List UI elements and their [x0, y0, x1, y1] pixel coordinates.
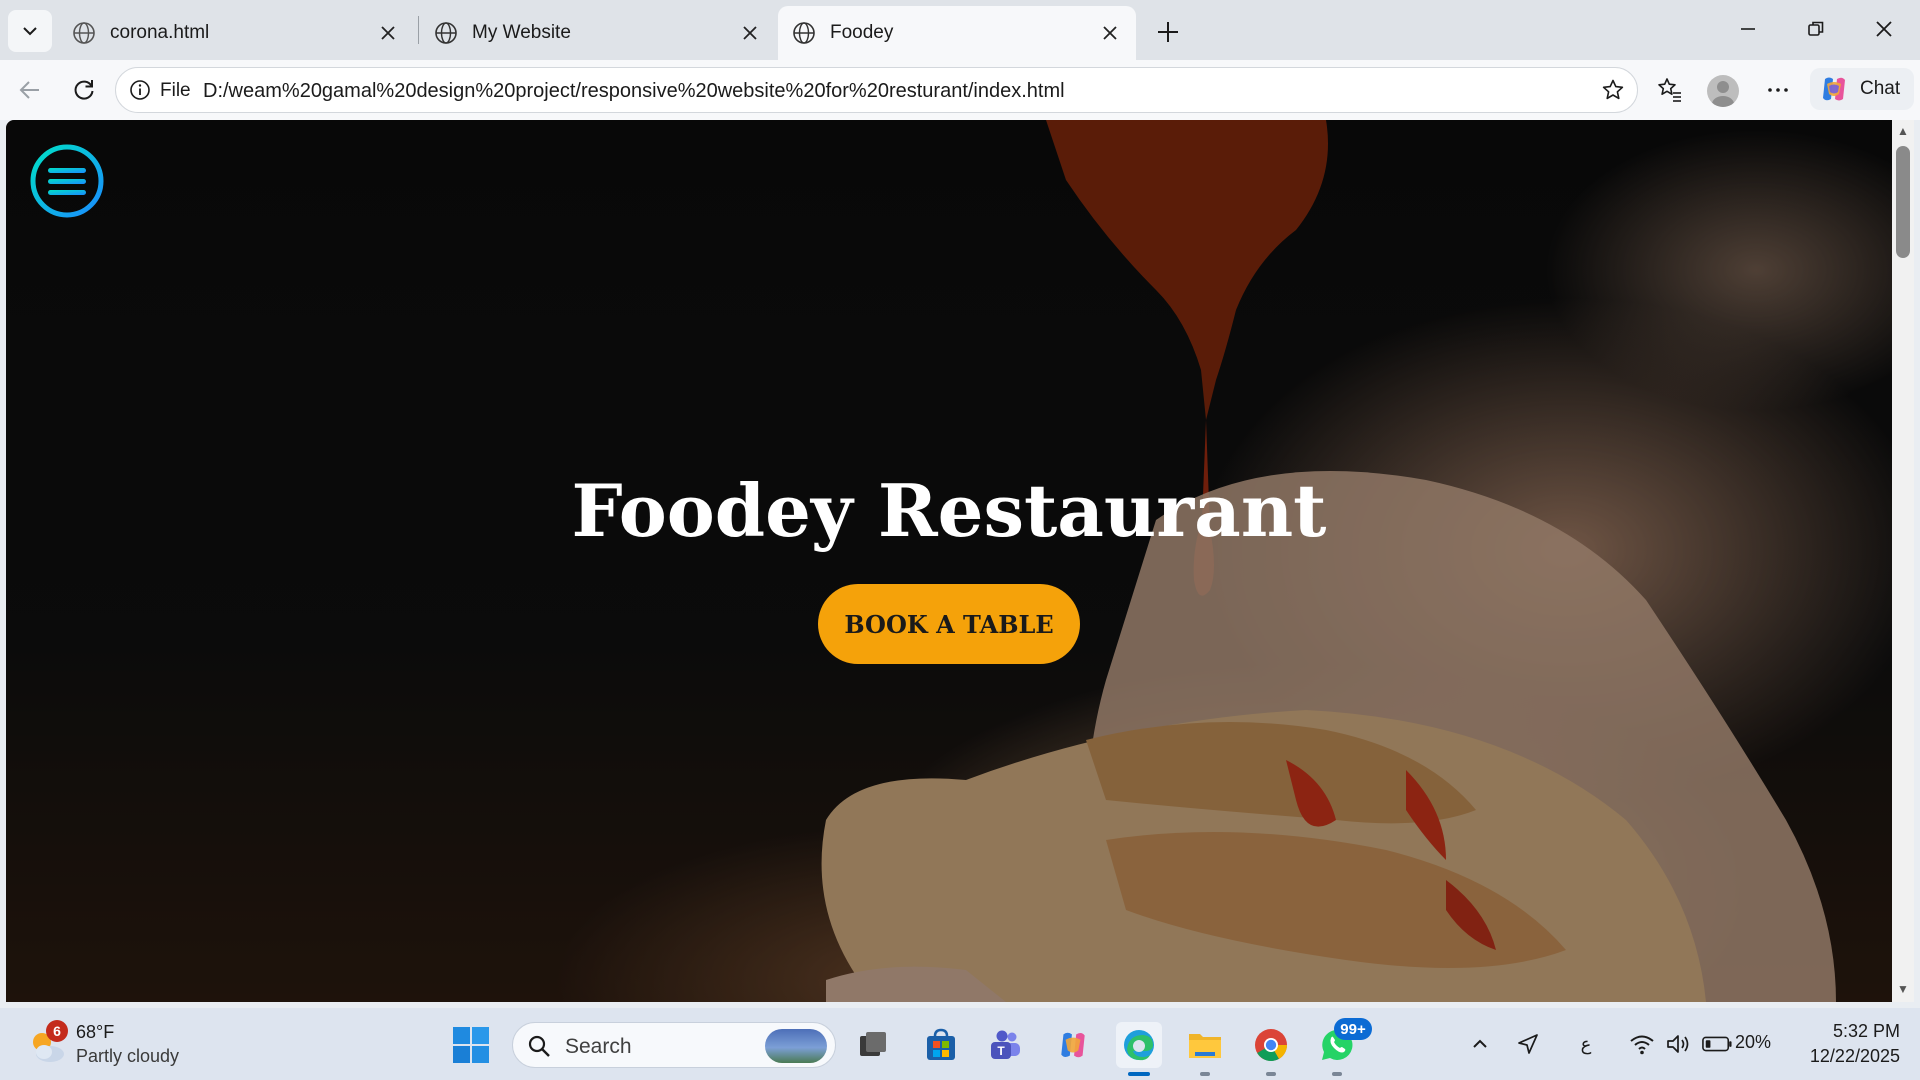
taskbar-app-edge[interactable] [1116, 1022, 1162, 1068]
chat-label: Chat [1860, 78, 1901, 99]
chrome-icon [1255, 1029, 1287, 1062]
search-icon [528, 1035, 550, 1057]
clock-widget[interactable]: 5:32 PM 12/22/2025 [1790, 1014, 1900, 1074]
tab-corona[interactable]: corona.html [58, 6, 414, 60]
chevron-down-icon [23, 27, 37, 36]
hero-background-image: Foodey Restaurant BOOK A TABLE [6, 120, 1892, 1002]
volume-icon[interactable] [1664, 1030, 1692, 1058]
windows-start-icon[interactable] [452, 1026, 490, 1064]
chevron-up-icon [1473, 1039, 1487, 1048]
close-tab-icon[interactable] [738, 21, 762, 45]
battery-percentage: 20% [1735, 1032, 1772, 1052]
hero-title: Foodey Restaurant [571, 468, 1327, 553]
browser-toolbar: File D:/weam%20gamal%20design%20project/… [0, 60, 1920, 120]
taskbar-search[interactable]: Search [512, 1022, 836, 1068]
user-icon [1712, 81, 1734, 107]
globe-icon [73, 22, 95, 44]
battery-icon[interactable] [1702, 1030, 1732, 1058]
taskbar-app-file-explorer[interactable] [1182, 1022, 1228, 1068]
back-button[interactable] [8, 68, 52, 112]
close-tab-icon[interactable] [1098, 21, 1122, 45]
whatsapp-open-indicator [1332, 1072, 1342, 1076]
search-placeholder: Search [565, 1035, 632, 1058]
clock-time: 5:32 PM [1832, 1021, 1900, 1041]
whatsapp-badge: 99+ [1334, 1018, 1372, 1040]
tab-title: corona.html [110, 22, 210, 43]
tab-foodey[interactable]: Foodey [778, 6, 1136, 60]
globe-icon [435, 22, 457, 44]
more-horizontal-icon [1768, 88, 1788, 92]
close-tab-icon[interactable] [376, 21, 400, 45]
wifi-icon[interactable] [1628, 1030, 1656, 1058]
search-highlight-image [765, 1029, 827, 1063]
copilot-chat-button[interactable]: Chat [1810, 68, 1914, 110]
tab-title: My Website [472, 22, 571, 43]
edge-active-indicator [1128, 1072, 1150, 1076]
close-icon [1876, 21, 1892, 37]
copilot-icon [1823, 77, 1845, 101]
tab-actions-button[interactable] [8, 10, 52, 52]
taskbar: 6 68°F Partly cloudy Search T 99+ ع 20% … [0, 1008, 1920, 1080]
favorites-icon [1658, 78, 1681, 102]
location-arrow-icon [1518, 1034, 1538, 1054]
taskbar-app-chrome[interactable] [1248, 1022, 1294, 1068]
clock-date: 12/22/2025 [1809, 1046, 1900, 1066]
url-text[interactable]: D:/weam%20gamal%20design%20project/respo… [203, 80, 1065, 103]
tab-my-website[interactable]: My Website [420, 6, 776, 60]
info-icon[interactable] [128, 78, 152, 102]
star-icon[interactable] [1601, 78, 1625, 102]
task-view-icon [860, 1032, 886, 1056]
favorites-button[interactable] [1648, 68, 1692, 112]
scroll-down-icon[interactable]: ▼ [1895, 982, 1911, 996]
page-viewport: Foodey Restaurant BOOK A TABLE [6, 120, 1892, 1002]
menu-icon[interactable] [29, 143, 105, 219]
profile-avatar[interactable] [1707, 75, 1739, 107]
address-bar[interactable]: File D:/weam%20gamal%20design%20project/… [115, 67, 1638, 113]
back-arrow-icon [19, 81, 39, 99]
scroll-up-icon[interactable]: ▲ [1895, 124, 1911, 138]
explorer-open-indicator [1200, 1072, 1210, 1076]
minimize-button[interactable] [1720, 8, 1776, 50]
taskbar-app-store[interactable] [918, 1022, 964, 1068]
weather-temperature: 68°F [76, 1022, 115, 1042]
chrome-open-indicator [1266, 1072, 1276, 1076]
weather-condition: Partly cloudy [76, 1046, 180, 1066]
weather-alert-badge: 6 [46, 1020, 68, 1042]
input-language-indicator[interactable]: ع [1572, 1030, 1600, 1058]
scrollbar-thumb[interactable] [1896, 146, 1910, 258]
new-tab-button[interactable] [1150, 14, 1186, 50]
svg-text:T: T [997, 1044, 1005, 1058]
hero-overlay [6, 120, 1892, 1002]
taskbar-app-copilot[interactable] [1050, 1022, 1096, 1068]
restore-button[interactable] [1788, 8, 1844, 50]
folder-icon [1189, 1034, 1221, 1058]
tab-strip: corona.html My Website Foodey [0, 0, 1920, 60]
refresh-icon [74, 80, 94, 100]
taskbar-app-task-view[interactable] [850, 1022, 896, 1068]
site-scheme-label[interactable]: File [160, 80, 191, 102]
book-a-table-button[interactable]: BOOK A TABLE [818, 584, 1080, 664]
taskbar-app-teams[interactable]: T [982, 1022, 1028, 1068]
close-window-button[interactable] [1856, 8, 1912, 50]
location-tray-icon[interactable] [1514, 1030, 1542, 1058]
weather-widget[interactable]: 6 68°F Partly cloudy [20, 1016, 190, 1072]
copilot-icon [1061, 1032, 1085, 1058]
show-hidden-icons-button[interactable] [1466, 1030, 1494, 1058]
plus-icon [1158, 22, 1178, 42]
refresh-button[interactable] [62, 68, 106, 112]
minimize-icon [1741, 28, 1755, 30]
edge-icon [1124, 1030, 1154, 1061]
restore-icon [1808, 21, 1824, 36]
more-options-button[interactable] [1756, 68, 1800, 112]
store-icon [927, 1028, 955, 1060]
teams-icon: T [991, 1030, 1020, 1059]
globe-icon [793, 22, 815, 44]
tab-divider [418, 16, 419, 44]
tab-title: Foodey [830, 22, 894, 43]
